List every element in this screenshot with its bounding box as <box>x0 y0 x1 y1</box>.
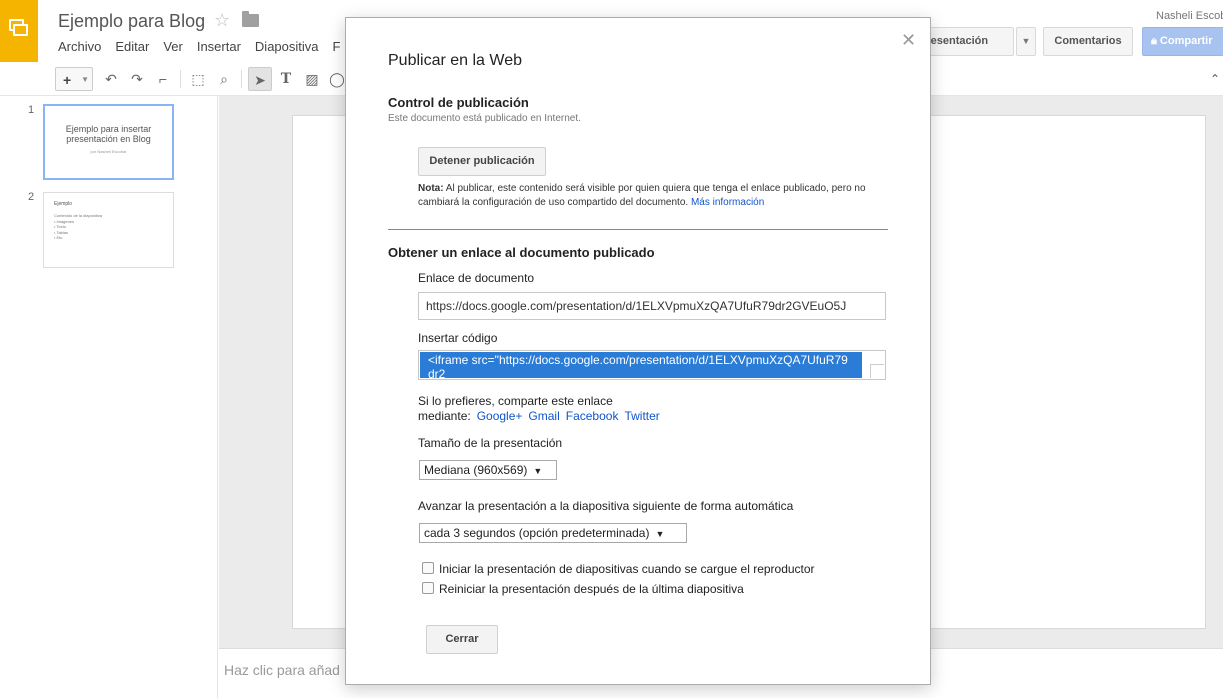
loop-checkbox[interactable] <box>422 582 434 594</box>
share-via: Si lo prefieres, comparte este enlace me… <box>418 394 660 423</box>
slides-logo[interactable] <box>0 0 38 62</box>
slide-filmstrip: 1 Ejemplo para insertar presentación en … <box>0 96 218 698</box>
thumb-title: Ejemplo para insertar presentación en Bl… <box>65 124 152 144</box>
menu-diapositiva[interactable]: Diapositiva <box>255 39 319 54</box>
divider <box>388 229 888 230</box>
size-select[interactable]: Mediana (960x569) ▼ <box>419 460 557 480</box>
star-icon[interactable]: ☆ <box>214 10 230 31</box>
advance-label: Avanzar la presentación a la diapositiva… <box>418 499 794 513</box>
share-facebook-link[interactable]: Facebook <box>566 409 619 423</box>
share-label: Compartir <box>1159 35 1213 47</box>
embed-code-text: <iframe src="https://docs.google.com/pre… <box>420 352 862 378</box>
menu-ver[interactable]: Ver <box>163 39 183 54</box>
publish-control-heading: Control de publicación <box>388 95 529 110</box>
lock-icon: 🔒︎ <box>1151 35 1160 47</box>
toolbar-divider <box>241 70 242 88</box>
chevron-down-icon: ▼ <box>533 466 543 476</box>
comments-button[interactable]: Comentarios <box>1043 27 1133 56</box>
undo-icon[interactable]: ↶ <box>101 67 121 91</box>
menu-insertar[interactable]: Insertar <box>197 39 241 54</box>
select-frame-icon[interactable]: ⬚ <box>188 67 208 91</box>
embed-code-label: Insertar código <box>418 331 498 345</box>
menu-editar[interactable]: Editar <box>115 39 149 54</box>
user-name[interactable]: Nasheli Escob <box>1156 10 1223 22</box>
share-googleplus-link[interactable]: Google+ <box>477 409 523 423</box>
slide-thumbnail-2[interactable]: Ejemplo Contenido de la diapositiva • Im… <box>43 192 174 268</box>
stop-publishing-button[interactable]: Detener publicación <box>418 147 546 176</box>
folder-icon[interactable] <box>242 11 259 27</box>
collapse-toolbar-icon[interactable]: ⌃ <box>1210 72 1220 86</box>
add-button[interactable]: + ▼ <box>55 67 93 91</box>
close-icon[interactable]: ✕ <box>901 30 916 50</box>
close-button[interactable]: Cerrar <box>426 625 498 654</box>
image-icon[interactable]: ▨ <box>302 67 322 91</box>
redo-icon[interactable]: ↷ <box>127 67 147 91</box>
thumb-subtitle: por Nasheli Escobar <box>90 149 127 154</box>
share-twitter-link[interactable]: Twitter <box>624 409 659 423</box>
autostart-checkbox[interactable] <box>422 562 434 574</box>
size-label: Tamaño de la presentación <box>418 436 563 450</box>
menu-archivo[interactable]: Archivo <box>58 39 101 54</box>
share-gmail-link[interactable]: Gmail <box>528 409 559 423</box>
menu-bar: Archivo Editar Ver Insertar Diapositiva … <box>58 39 340 54</box>
document-title[interactable]: Ejemplo para Blog <box>58 11 205 32</box>
more-info-link[interactable]: Más información <box>691 197 764 208</box>
notes-placeholder: Haz clic para añad <box>224 662 340 678</box>
paint-format-icon[interactable]: ⌐ <box>153 67 173 91</box>
autostart-option: Iniciar la presentación de diapositivas … <box>422 562 815 576</box>
resize-handle[interactable] <box>870 364 884 378</box>
slide-number: 1 <box>28 104 35 116</box>
present-dropdown-icon[interactable]: ▼ <box>1016 27 1036 56</box>
thumb-body: Contenido de la diapositiva • Imágenes •… <box>54 213 103 240</box>
shape-icon[interactable]: ◯ <box>327 67 347 91</box>
pointer-icon[interactable]: ➤ <box>248 67 272 91</box>
get-link-heading: Obtener un enlace al documento publicado <box>388 245 655 260</box>
chevron-down-icon: ▼ <box>655 529 665 539</box>
dialog-title: Publicar en la Web <box>388 52 522 69</box>
publish-dialog: ✕ Publicar en la Web Control de publicac… <box>345 17 931 685</box>
document-link-label: Enlace de documento <box>418 271 535 285</box>
advance-select[interactable]: cada 3 segundos (opción predeterminada) ▼ <box>419 523 687 543</box>
publish-status: Este documento está publicado en Interne… <box>388 113 581 124</box>
publish-note: Nota: Al publicar, este contenido será v… <box>418 183 866 208</box>
toolbar-divider <box>180 70 181 88</box>
share-button[interactable]: 🔒︎ Compartir <box>1142 27 1223 56</box>
menu-formato[interactable]: F <box>333 39 341 54</box>
loop-option: Reiniciar la presentación después de la … <box>422 582 744 596</box>
slide-number: 2 <box>28 191 35 203</box>
document-link-field[interactable]: https://docs.google.com/presentation/d/1… <box>418 292 886 320</box>
textbox-icon[interactable]: T <box>276 67 296 91</box>
zoom-icon[interactable]: ⌕ <box>214 67 234 91</box>
thumb-title: Ejemplo <box>54 201 73 207</box>
slide-thumbnail-1[interactable]: Ejemplo para insertar presentación en Bl… <box>43 104 174 180</box>
embed-code-field[interactable]: <iframe src="https://docs.google.com/pre… <box>418 350 886 380</box>
